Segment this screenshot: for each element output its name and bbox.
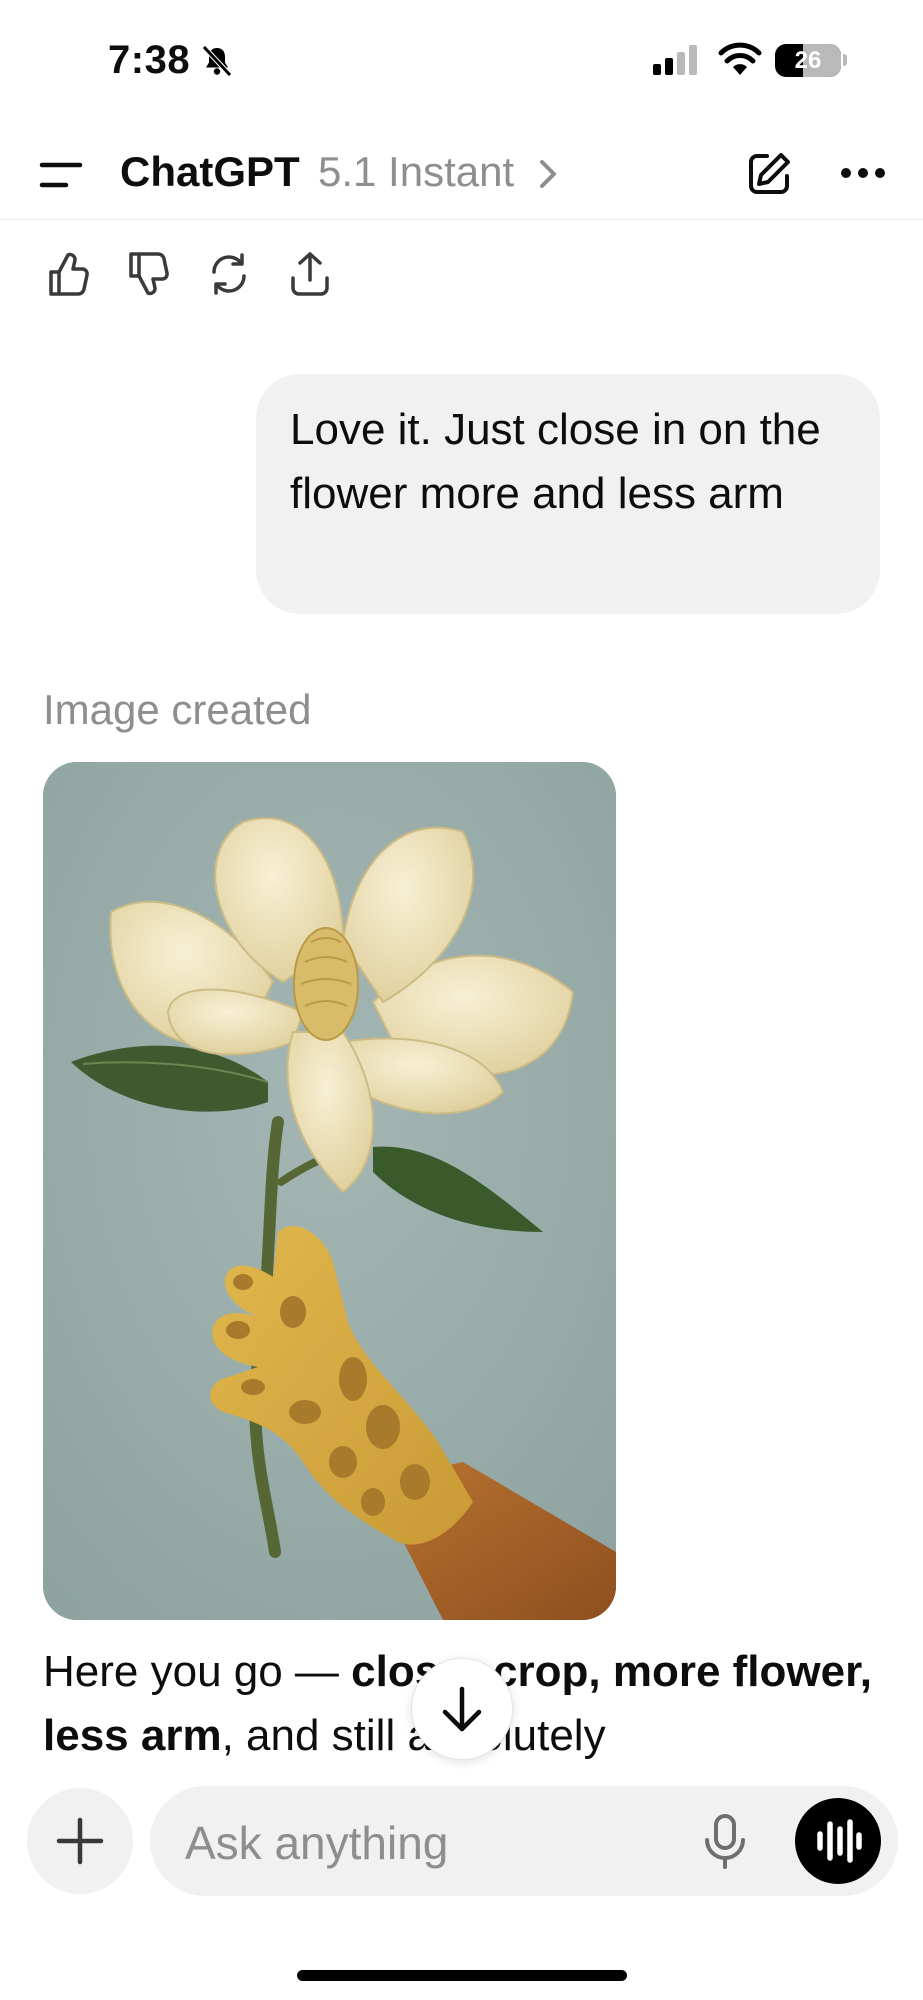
edit-icon[interactable] — [745, 150, 793, 198]
scroll-to-bottom-button[interactable] — [411, 1658, 513, 1760]
user-message-text: Love it. Just close in on the flower mor… — [290, 405, 821, 518]
thumbs-up-icon[interactable] — [47, 250, 91, 298]
user-message-bubble: Love it. Just close in on the flower mor… — [256, 374, 880, 614]
app-title[interactable]: ChatGPT — [120, 148, 300, 196]
thumbs-down-icon[interactable] — [127, 250, 171, 298]
plus-icon — [56, 1817, 104, 1865]
model-selector[interactable]: 5.1 Instant — [318, 148, 514, 196]
silent-bell-icon — [200, 44, 234, 78]
battery-nub — [843, 54, 847, 66]
image-status-label: Image created — [43, 686, 312, 733]
battery-level: 26 — [794, 47, 822, 74]
message-input-placeholder[interactable]: Ask anything — [185, 1816, 448, 1870]
arrow-down-icon — [442, 1686, 482, 1732]
mic-icon[interactable] — [702, 1812, 748, 1872]
reply-text: Here you go — — [43, 1647, 352, 1696]
cellular-signal-icon — [653, 44, 701, 76]
status-time: 7:38 — [108, 38, 191, 82]
header-divider — [0, 219, 923, 220]
battery-indicator: 26 — [775, 44, 841, 77]
attach-button[interactable] — [27, 1788, 133, 1894]
chevron-right-icon[interactable] — [537, 158, 559, 190]
generated-image[interactable] — [43, 762, 616, 1620]
share-icon[interactable] — [288, 250, 332, 298]
more-icon[interactable] — [840, 167, 886, 179]
voice-waveform-icon — [817, 1819, 862, 1863]
voice-mode-button[interactable] — [795, 1798, 881, 1884]
regenerate-icon[interactable] — [207, 250, 251, 298]
wifi-icon — [718, 41, 762, 77]
menu-icon[interactable] — [38, 159, 84, 191]
home-indicator — [297, 1970, 627, 1981]
